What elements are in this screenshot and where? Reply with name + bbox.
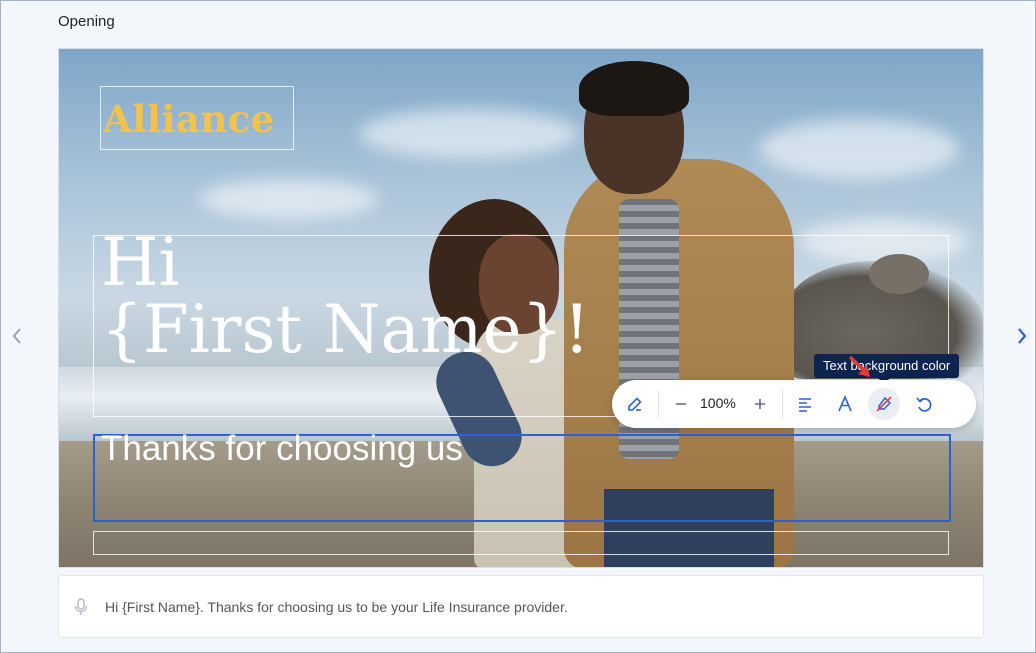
empty-textbox[interactable] (93, 531, 949, 555)
cloud (359, 109, 579, 159)
logo-text: Alliance (103, 97, 275, 141)
annotation-arrow-icon (848, 355, 870, 377)
toolbar-divider (782, 390, 783, 418)
edit-icon[interactable] (623, 392, 647, 416)
zoom-in-icon[interactable] (748, 392, 772, 416)
text-toolbar: 100% (612, 380, 976, 428)
undo-icon[interactable] (912, 392, 936, 416)
text-color-icon[interactable] (833, 392, 857, 416)
slide-canvas[interactable]: Alliance Hi {First Name}! Thanks for cho… (58, 48, 984, 568)
man-figure (579, 61, 689, 116)
toolbar-divider (658, 390, 659, 418)
chevron-right-icon (1018, 328, 1027, 344)
previous-slide-button[interactable] (9, 325, 25, 352)
chevron-left-icon (12, 328, 21, 344)
zoom-value: 100% (700, 395, 736, 411)
text-background-color-icon[interactable] (872, 392, 896, 416)
transcript-text: Hi {First Name}. Thanks for choosing us … (105, 599, 568, 615)
cloud (199, 179, 379, 219)
section-title: Opening (58, 13, 115, 30)
microphone-icon[interactable] (74, 598, 88, 616)
greeting-text: Hi {First Name}! (101, 224, 591, 368)
tooltip: Text background color (814, 354, 960, 378)
next-slide-button[interactable] (1014, 325, 1030, 352)
cloud (759, 119, 959, 179)
subtitle-text: Thanks for choosing us (101, 429, 463, 468)
transcript-box[interactable]: Hi {First Name}. Thanks for choosing us … (58, 575, 984, 638)
zoom-out-icon[interactable] (669, 392, 693, 416)
align-left-icon[interactable] (793, 392, 817, 416)
